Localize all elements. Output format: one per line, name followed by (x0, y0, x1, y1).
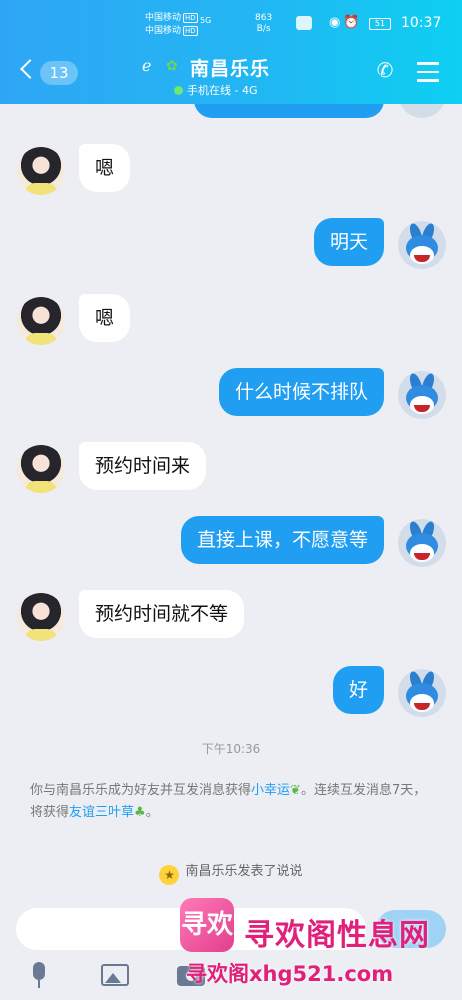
hd-badge: HD (183, 13, 198, 23)
note-text-3: 。 (145, 805, 159, 820)
clover-icon: ♣ (134, 805, 146, 820)
sprout-icon: ❦ (290, 783, 301, 798)
unread-count-badge: 13 (40, 61, 78, 85)
message-bubble[interactable]: 什么时候不排队 (218, 368, 384, 416)
my-avatar[interactable] (398, 669, 446, 717)
eye-icon: ◉ (329, 15, 344, 30)
carrier-2: 中国移动 (145, 26, 182, 36)
star-icon: ★ (159, 865, 180, 885)
alarm-icon: ⏰ (343, 15, 363, 30)
contact-avatar[interactable] (17, 593, 65, 641)
net-speed-unit: B/s (256, 24, 271, 34)
my-avatar-partial[interactable] (398, 104, 446, 118)
message-row: 预约时间就不等 (0, 590, 462, 650)
message-bubble[interactable]: 嗯 (79, 294, 131, 342)
contact-avatar[interactable] (17, 445, 65, 493)
message-row: 直接上课，不愿意等 (0, 516, 462, 576)
online-status: 手机在线 - 4G (174, 82, 258, 98)
online-dot-icon (174, 86, 183, 95)
message-row: 预约时间来 (0, 442, 462, 502)
watermark-title: 寻欢阁性息网 (244, 918, 430, 953)
battery-icon: 51 (369, 18, 391, 30)
message-row: 好 (0, 666, 462, 726)
back-button[interactable]: 13 (18, 58, 78, 88)
contact-avatar[interactable] (17, 147, 65, 195)
phone-icon[interactable]: ✆ (372, 58, 398, 86)
carrier-1: 中国移动 (145, 13, 182, 23)
note-text-1: 你与南昌乐乐成为好友并互发消息获得 (30, 783, 252, 798)
microphone-icon[interactable] (24, 962, 54, 990)
message-timestamp: 下午10:36 (201, 742, 261, 756)
my-avatar[interactable] (398, 371, 446, 419)
message-row: 嗯 (0, 294, 462, 354)
hd-badge-2: HD (183, 26, 198, 36)
net-speed: 863 B/s (255, 13, 272, 35)
back-chevron-icon (20, 59, 40, 79)
message-row: 明天 (0, 218, 462, 278)
app-notification-icon (296, 16, 312, 30)
contact-avatar[interactable] (17, 297, 65, 345)
friendship-system-note: 你与南昌乐乐成为好友并互发消息获得小幸运❦。连续互发消息7天，将获得友谊三叶草♣… (30, 780, 438, 824)
chat-header: 13 ℯ ✿ 南昌乐乐 手机在线 - 4G ✆ (0, 44, 462, 104)
top-bar: 中国移动 HD 中国移动 HD 5G 863 B/s ◉⏰ 51 10:37 13 … (0, 0, 462, 104)
contact-name: 南昌乐乐 (190, 58, 271, 80)
message-bubble[interactable]: 明天 (313, 218, 384, 266)
chat-area[interactable]: 嗯 明天 嗯 什么时候不排队 预约时间来 直接上课，不愿意等 预约时间就不等 好… (0, 104, 462, 904)
message-row: 什么时候不排队 (0, 368, 462, 428)
my-avatar[interactable] (398, 519, 446, 567)
carrier-info: 中国移动 HD 中国移动 HD (145, 12, 198, 38)
feed-notification[interactable]: ★ 南昌乐乐发表了说说 (0, 860, 462, 885)
net-speed-value: 863 (255, 13, 273, 23)
message-bubble[interactable]: 好 (332, 666, 384, 714)
status-icons: ◉⏰ (329, 15, 363, 30)
message-bubble[interactable]: 预约时间来 (79, 442, 207, 490)
clover-link[interactable]: 友谊三叶草 (69, 805, 134, 820)
watermark-logo: 寻欢 (180, 898, 234, 952)
feed-note-text: 南昌乐乐发表了说说 (185, 864, 303, 879)
clover-icon: ✿ (166, 58, 178, 74)
message-bubble[interactable]: 嗯 (79, 144, 131, 192)
status-time: 10:37 (401, 15, 442, 31)
menu-icon[interactable] (417, 62, 439, 82)
my-avatar[interactable] (398, 221, 446, 269)
signal-indicator: 5G (200, 16, 212, 25)
lucky-link[interactable]: 小幸运 (251, 783, 290, 798)
ear-icon: ℯ (142, 56, 152, 75)
status-bar: 中国移动 HD 中国移动 HD 5G 863 B/s ◉⏰ 51 10:37 (0, 0, 462, 44)
contact-title[interactable]: ℯ ✿ 南昌乐乐 手机在线 - 4G (138, 54, 318, 100)
message-bubble[interactable]: 直接上课，不愿意等 (180, 516, 384, 564)
image-icon[interactable] (100, 962, 130, 990)
watermark-url: 寻欢阁xhg521.com (186, 962, 394, 986)
online-status-text: 手机在线 - 4G (187, 84, 258, 97)
message-row: 嗯 (0, 144, 462, 204)
previous-message-bubble[interactable] (194, 104, 384, 118)
message-bubble[interactable]: 预约时间就不等 (79, 590, 245, 638)
